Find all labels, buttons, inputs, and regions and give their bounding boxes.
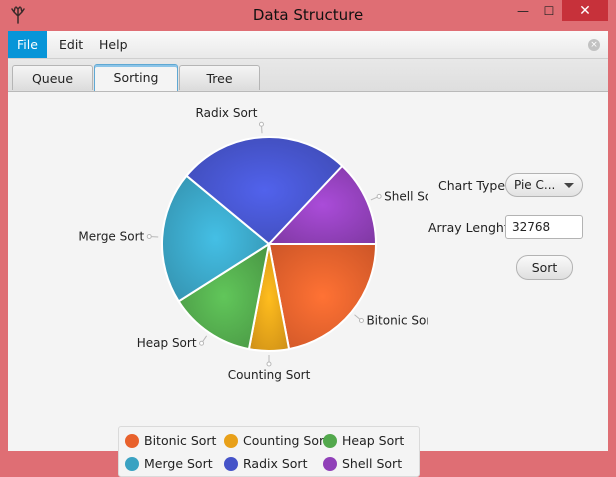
pie-label-dot — [376, 193, 382, 199]
pie-label: Heap Sort — [137, 336, 197, 350]
close-button[interactable]: ✕ — [562, 0, 608, 21]
tab-tree[interactable]: Tree — [179, 65, 260, 90]
legend-swatch — [125, 457, 139, 471]
minimize-icon: — — [517, 3, 529, 18]
title-bar[interactable]: Data Structure — ☐ ✕ — [0, 0, 616, 31]
close-icon: ✕ — [579, 2, 591, 19]
app-window: Data Structure — ☐ ✕ File Edit Help × Qu… — [0, 0, 616, 477]
menu-close-icon[interactable]: × — [588, 39, 600, 51]
pie-label: Merge Sort — [78, 229, 144, 243]
pie-chart: Bitonic Sort Counting Sort Heap Sort Merge … — [78, 106, 428, 382]
legend-label: Counting Sort — [243, 433, 330, 448]
pie-label-dot — [258, 121, 264, 127]
legend-label: Merge Sort — [144, 456, 213, 471]
chart-type-value: Pie C... — [514, 178, 556, 192]
menu-edit[interactable]: Edit — [50, 31, 92, 58]
sorting-panel: Bitonic Sort Counting Sort Heap Sort Merge … — [8, 92, 608, 477]
maximize-button[interactable]: ☐ — [536, 0, 562, 21]
sort-button[interactable]: Sort — [516, 255, 573, 280]
pie-label-dot — [266, 361, 272, 367]
client-area: File Edit Help × Queue Sorting Tree Bito… — [8, 31, 608, 477]
legend-swatch — [224, 434, 238, 448]
tab-queue[interactable]: Queue — [12, 65, 93, 90]
pie-label: Shell Sort — [384, 189, 428, 203]
pie-label: Counting Sort — [228, 368, 311, 382]
legend-swatch — [323, 457, 337, 471]
menu-bar: File Edit Help × — [8, 31, 608, 59]
pie-label-dot — [358, 317, 364, 323]
legend-swatch — [125, 434, 139, 448]
legend-label: Heap Sort — [342, 433, 405, 448]
chart-type-label: Chart Type — [438, 178, 506, 193]
legend-label: Bitonic Sort — [144, 433, 217, 448]
menu-help[interactable]: Help — [90, 31, 137, 58]
legend-swatch — [323, 434, 337, 448]
menu-file[interactable]: File — [8, 31, 47, 58]
pie-label: Bitonic Sort — [366, 313, 428, 327]
legend-swatch — [224, 457, 238, 471]
pie-label: Radix Sort — [196, 106, 258, 120]
minimize-button[interactable]: — — [510, 0, 536, 21]
legend-label: Shell Sort — [342, 456, 403, 471]
array-length-input[interactable] — [505, 215, 583, 239]
chevron-down-icon — [564, 183, 574, 188]
tab-sorting[interactable]: Sorting — [94, 64, 178, 91]
array-length-label: Array Lenght — [428, 220, 509, 235]
maximize-icon: ☐ — [543, 3, 555, 18]
chart-legend: Bitonic Sort Counting Sort Heap Sort Mer… — [118, 426, 420, 477]
pie-label-dot — [199, 340, 205, 346]
tab-bar: Queue Sorting Tree — [8, 59, 608, 92]
pie-label-dot — [146, 233, 152, 239]
legend-label: Radix Sort — [243, 456, 308, 471]
chart-type-dropdown[interactable]: Pie C... — [505, 173, 583, 197]
